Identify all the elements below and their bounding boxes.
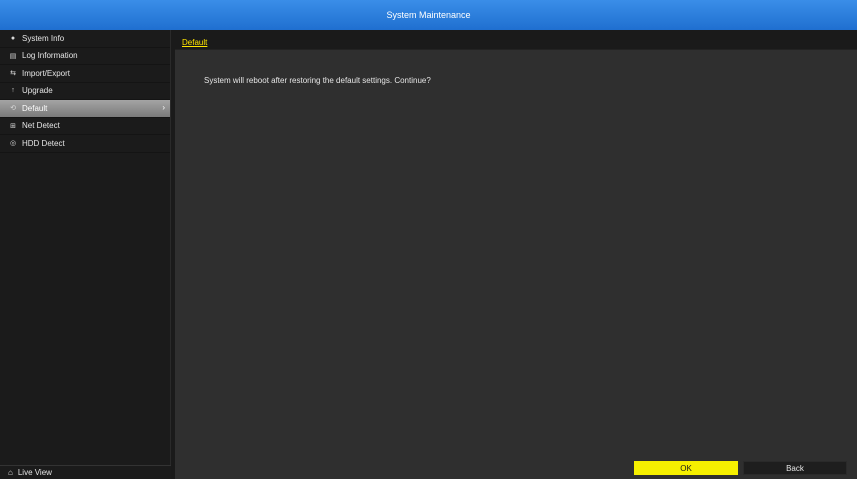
sidebar-item-log-information[interactable]: ▤ Log Information	[0, 48, 170, 65]
import-export-icon: ⇆	[10, 70, 16, 78]
window-title: System Maintenance	[386, 10, 471, 20]
upgrade-icon: ↑	[11, 87, 15, 95]
sidebar-item-label: System Info	[22, 33, 65, 43]
sidebar-item-default[interactable]: ⟲ Default ›	[0, 100, 170, 118]
ok-button[interactable]: OK	[634, 461, 738, 475]
sidebar-item-label: Import/Export	[22, 68, 71, 78]
sidebar-menu: ● System Info ▤ Log Information ⇆ Import…	[0, 30, 170, 153]
sidebar-item-upgrade[interactable]: ↑ Upgrade	[0, 83, 170, 100]
sidebar-item-label: Default	[22, 103, 48, 113]
chevron-right-icon: ›	[162, 103, 165, 112]
log-icon: ▤	[9, 52, 17, 60]
sidebar-item-net-detect[interactable]: ⊞ Net Detect	[0, 118, 170, 135]
sidebar-item-label: HDD Detect	[22, 138, 65, 148]
sidebar-item-hdd-detect[interactable]: ◎ HDD Detect	[0, 135, 170, 153]
home-icon: ⌂	[8, 468, 13, 477]
tab-default[interactable]: Default	[182, 38, 207, 49]
sidebar: ● System Info ▤ Log Information ⇆ Import…	[0, 30, 171, 479]
live-view-button[interactable]: ⌂ Live View	[0, 465, 171, 479]
tab-bar: Default	[175, 36, 857, 50]
window-title-bar: System Maintenance	[0, 0, 857, 30]
sidebar-item-import-export[interactable]: ⇆ Import/Export	[0, 65, 170, 83]
live-view-label: Live View	[17, 468, 52, 477]
sidebar-item-label: Upgrade	[22, 86, 53, 96]
confirm-message: System will reboot after restoring the d…	[204, 76, 431, 85]
sidebar-item-label: Log Information	[22, 51, 78, 61]
main-panel: Default System will reboot after restori…	[175, 36, 857, 479]
default-icon: ⟲	[10, 105, 16, 113]
back-button[interactable]: Back	[743, 461, 847, 475]
sidebar-item-system-info[interactable]: ● System Info	[0, 30, 170, 48]
network-icon: ⊞	[10, 122, 16, 130]
sidebar-item-label: Net Detect	[22, 121, 60, 131]
hdd-icon: ◎	[9, 140, 17, 148]
info-icon: ●	[10, 34, 16, 42]
